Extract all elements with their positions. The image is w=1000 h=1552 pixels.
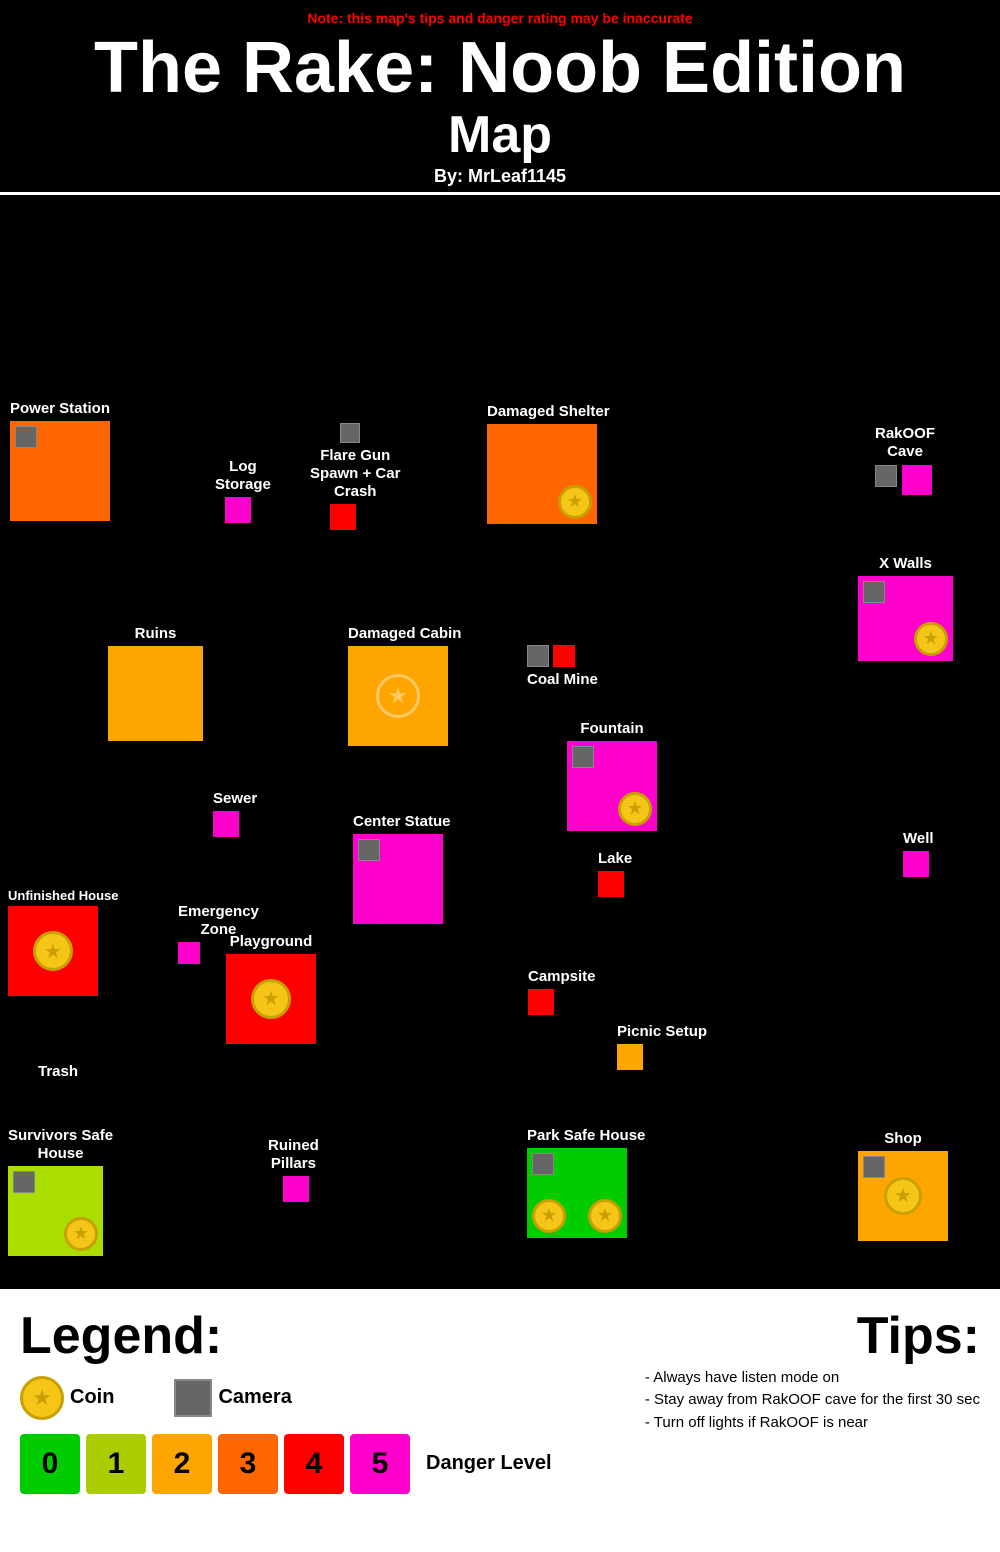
danger-row: 0 1 2 3 4 5 Danger Level xyxy=(20,1434,552,1494)
loc-x-walls: X Walls ★ xyxy=(858,555,953,661)
loc-picnic-setup: Picnic Setup xyxy=(617,1023,707,1070)
coin-legend-icon: ★ xyxy=(20,1376,64,1420)
danger-2: 2 xyxy=(152,1434,212,1494)
camera-icon xyxy=(863,581,885,603)
byline: By: MrLeaf1145 xyxy=(0,166,1000,187)
camera-icon xyxy=(358,839,380,861)
camera-legend-label: Camera xyxy=(218,1386,291,1409)
camera-icon xyxy=(532,1153,554,1175)
ruins-box xyxy=(108,646,203,741)
danger-1: 1 xyxy=(86,1434,146,1494)
loc-flare-gun: Flare GunSpawn + CarCrash xyxy=(310,423,400,530)
loc-lake: Lake xyxy=(598,850,632,897)
loc-center-statue: Center Statue xyxy=(353,813,451,924)
well-marker xyxy=(903,851,929,877)
tips-content: - Always have listen mode on - Stay away… xyxy=(645,1367,980,1435)
loc-rakoof-cave: RakOOFCave xyxy=(875,425,935,495)
coin-icon-2: ★ xyxy=(588,1199,622,1233)
coin-icon: ★ xyxy=(33,931,73,971)
tip-3: - Turn off lights if RakOOF is near xyxy=(645,1412,980,1435)
star-outline-icon: ★ xyxy=(376,674,420,718)
coin-icon: ★ xyxy=(558,485,592,519)
danger-5: 5 xyxy=(350,1434,410,1494)
loc-unfinished-house: Unfinished House ★ xyxy=(8,888,119,997)
camera-legend-group: Camera xyxy=(174,1379,291,1417)
coin-icon: ★ xyxy=(64,1217,98,1251)
camera-icon xyxy=(340,423,360,443)
coin-legend-label: Coin xyxy=(70,1386,114,1409)
flare-gun-marker xyxy=(330,504,356,530)
rakoof-marker xyxy=(902,465,932,495)
ruined-pillars-marker xyxy=(283,1176,309,1202)
coin-icon: ★ xyxy=(251,979,291,1019)
danger-0: 0 xyxy=(20,1434,80,1494)
picnic-marker xyxy=(617,1044,643,1070)
loc-well: Well xyxy=(903,830,934,877)
legend-title: Legend: xyxy=(20,1310,552,1362)
loc-playground: Playground ★ xyxy=(226,933,316,1044)
camera-icon xyxy=(572,746,594,768)
loc-ruined-pillars: RuinedPillars xyxy=(268,1137,319,1202)
coin-icon: ★ xyxy=(532,1199,566,1233)
tips-title: Tips: xyxy=(645,1310,980,1362)
danger-label: Danger Level xyxy=(426,1452,552,1475)
campsite-marker xyxy=(528,989,554,1015)
tip-1: - Always have listen mode on xyxy=(645,1367,980,1390)
tips-section: Tips: - Always have listen mode on - Sta… xyxy=(645,1310,980,1435)
camera-icon xyxy=(875,465,897,487)
coin-icon: ★ xyxy=(618,792,652,826)
coal-mine-marker xyxy=(553,645,575,667)
camera-icon xyxy=(863,1156,885,1178)
camera-icon xyxy=(527,645,549,667)
camera-icon xyxy=(15,426,37,448)
log-storage-marker xyxy=(225,497,251,523)
loc-damaged-cabin: Damaged Cabin ★ xyxy=(348,625,461,746)
lake-marker xyxy=(598,871,624,897)
legend-icons: ★ Coin Camera xyxy=(20,1376,552,1420)
loc-sewer: Sewer xyxy=(213,790,257,837)
emergency-zone-marker xyxy=(178,942,200,964)
loc-log-storage: LogStorage xyxy=(215,458,271,523)
map-area: Power Station LogStorage Flare GunSpawn … xyxy=(0,192,1000,1292)
loc-damaged-shelter: Damaged Shelter ★ xyxy=(487,403,610,524)
danger-4: 4 xyxy=(284,1434,344,1494)
loc-shop: Shop ★ xyxy=(858,1130,948,1241)
legend-left: Legend: ★ Coin Camera 0 1 2 3 4 5 Danger… xyxy=(20,1310,552,1494)
coin-icon: ★ xyxy=(914,622,948,656)
note-text: Note: this map's tips and danger rating … xyxy=(0,10,1000,26)
camera-legend-icon xyxy=(174,1379,212,1417)
loc-power-station: Power Station xyxy=(10,400,110,521)
legend-top: Legend: ★ Coin Camera 0 1 2 3 4 5 Danger… xyxy=(20,1310,980,1494)
sewer-marker xyxy=(213,811,239,837)
loc-coal-mine: Coal Mine xyxy=(527,645,598,692)
coin-icon: ★ xyxy=(884,1177,922,1215)
tip-2: - Stay away from RakOOF cave for the fir… xyxy=(645,1389,980,1412)
loc-park-safe-house: Park Safe House ★ ★ xyxy=(527,1127,645,1238)
loc-survivors-safe-house: Survivors SafeHouse ★ xyxy=(8,1127,113,1256)
camera-icon xyxy=(13,1171,35,1193)
loc-fountain: Fountain ★ xyxy=(567,720,657,831)
coin-legend-group: ★ Coin xyxy=(20,1376,114,1420)
legend-area: Legend: ★ Coin Camera 0 1 2 3 4 5 Danger… xyxy=(0,1292,1000,1552)
title-line2: Map xyxy=(0,107,1000,164)
danger-3: 3 xyxy=(218,1434,278,1494)
loc-campsite: Campsite xyxy=(528,968,596,1015)
loc-trash: Trash xyxy=(38,1063,78,1084)
header: Note: this map's tips and danger rating … xyxy=(0,0,1000,192)
title-line1: The Rake: Noob Edition xyxy=(0,31,1000,107)
loc-ruins: Ruins xyxy=(108,625,203,741)
